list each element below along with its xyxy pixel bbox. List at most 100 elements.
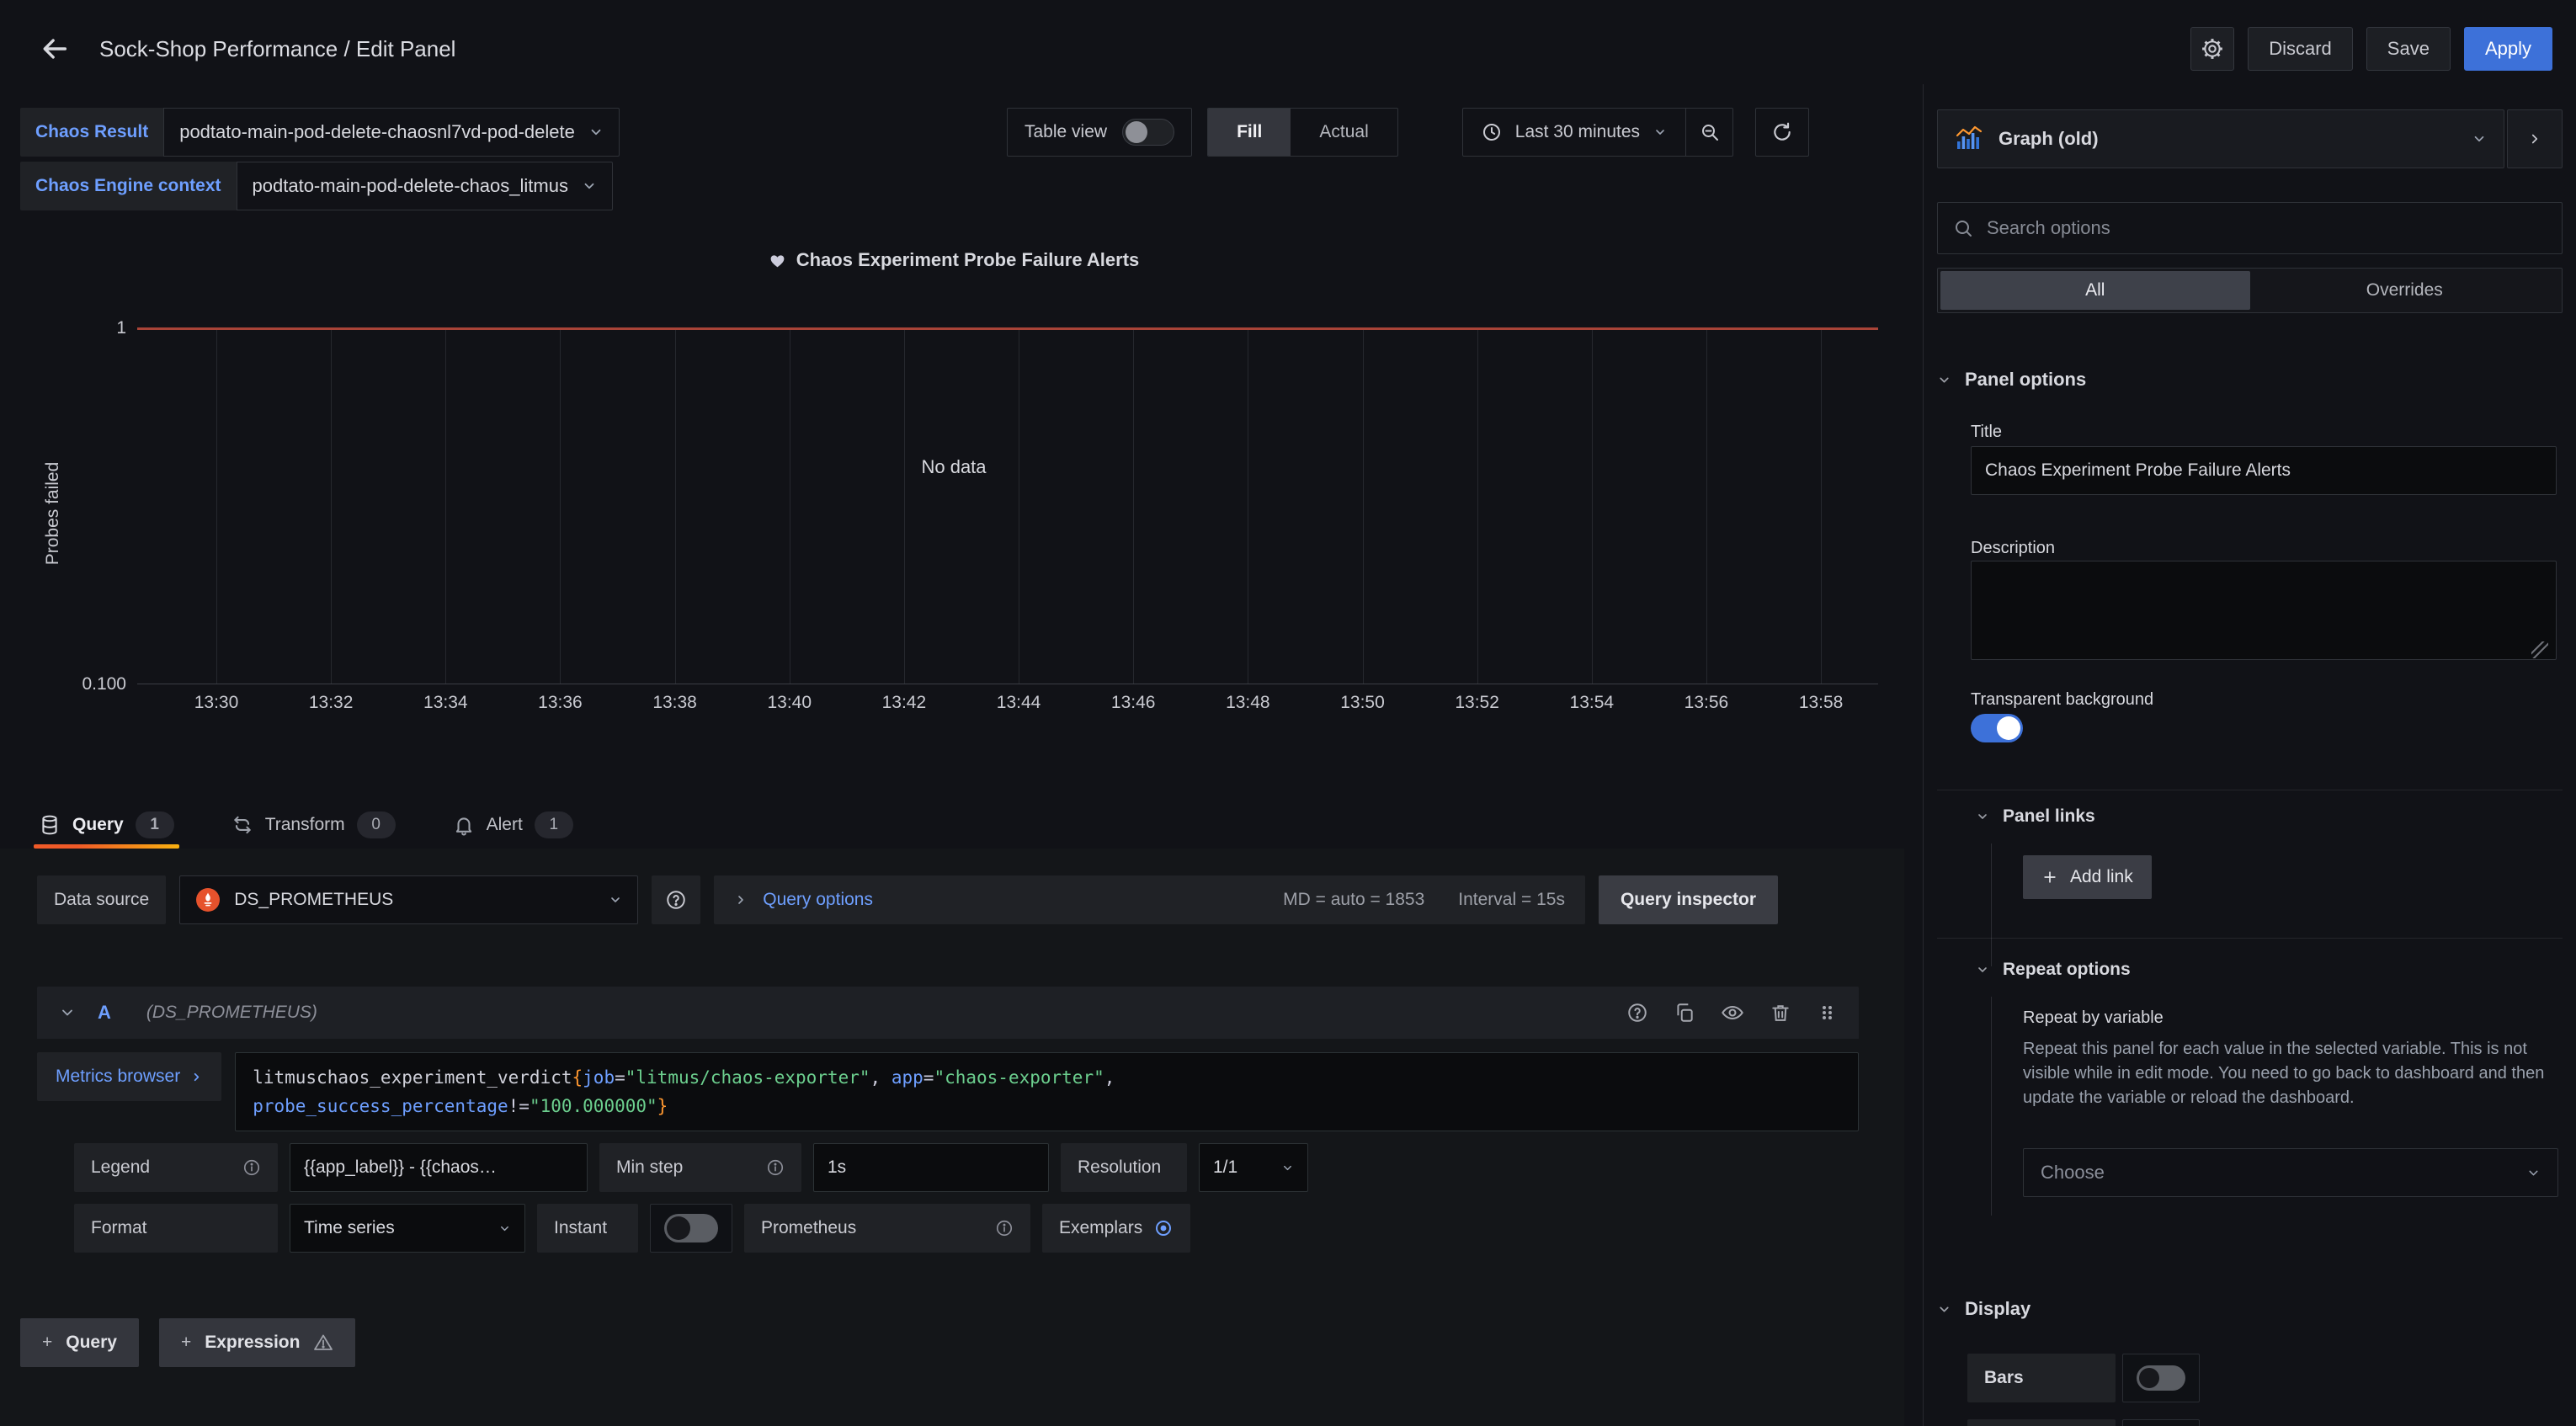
gridline: [1821, 330, 1822, 684]
query-inspector-button[interactable]: Query inspector: [1599, 875, 1778, 924]
duplicate-query-button[interactable]: [1674, 1002, 1695, 1024]
page-title: Sock-Shop Performance / Edit Panel: [99, 36, 455, 62]
add-link-button[interactable]: Add link: [2023, 855, 2152, 899]
legend-label: Legend: [91, 1157, 150, 1178]
save-button[interactable]: Save: [2366, 27, 2451, 71]
toggle-knob: [1997, 716, 2020, 740]
add-expression-button[interactable]: + Expression: [159, 1318, 355, 1367]
section-guide-line: [1991, 997, 1992, 1216]
panel-title-input[interactable]: [1971, 446, 2557, 495]
chevron-down-icon: [2526, 1166, 2541, 1180]
format-select[interactable]: Time series: [290, 1204, 525, 1253]
search-icon: [1953, 218, 1973, 238]
options-filter-tabs: All Overrides: [1937, 268, 2563, 313]
refresh-button[interactable]: [1755, 108, 1809, 157]
add-expression-label: Expression: [205, 1333, 300, 1353]
back-button[interactable]: [34, 27, 77, 71]
format-option: Format: [74, 1204, 278, 1253]
fill-option[interactable]: Fill: [1208, 109, 1291, 156]
apply-button[interactable]: Apply: [2464, 27, 2552, 71]
repeat-description: Repeat this panel for each value in the …: [2023, 1037, 2558, 1110]
min-step-input[interactable]: [813, 1143, 1049, 1192]
table-view-toggle[interactable]: [1122, 119, 1174, 146]
transparent-bg-toggle[interactable]: [1971, 714, 2023, 742]
divider: [1937, 938, 2563, 939]
legend-format-input[interactable]: [290, 1143, 588, 1192]
query-options-row-2: Format Time series Instant Prometheus: [74, 1204, 1859, 1253]
editor-bottom-buttons: + Query + Expression: [20, 1318, 355, 1367]
plot-area[interactable]: [137, 328, 1878, 684]
add-query-button[interactable]: + Query: [20, 1318, 139, 1367]
visualization-select[interactable]: Graph (old): [1937, 109, 2504, 168]
visualization-picker: Graph (old): [1937, 109, 2563, 168]
data-source-help-button[interactable]: [652, 875, 700, 924]
bars-toggle[interactable]: [2137, 1365, 2185, 1391]
drag-handle-icon[interactable]: [1817, 1003, 1837, 1023]
add-link-label: Add link: [2070, 867, 2133, 887]
actual-option[interactable]: Actual: [1291, 109, 1397, 156]
tab-all[interactable]: All: [1940, 271, 2250, 310]
exemplars-icon[interactable]: [1153, 1218, 1174, 1238]
resolution-option: Resolution: [1061, 1143, 1187, 1192]
variable-value-dropdown[interactable]: podtato-main-pod-delete-chaosnl7vd-pod-d…: [163, 108, 620, 157]
query-options-toggle[interactable]: Query options MD = auto = 1853 Interval …: [714, 875, 1585, 924]
tab-overrides[interactable]: Overrides: [2250, 271, 2560, 310]
repeat-variable-select[interactable]: Choose: [2023, 1148, 2558, 1197]
description-field-label: Description: [1971, 539, 2055, 558]
tab-label: Query: [72, 815, 124, 835]
x-tick-label: 13:38: [652, 693, 697, 713]
time-range-picker[interactable]: Last 30 minutes: [1463, 109, 1685, 156]
data-source-picker[interactable]: DS_PROMETHEUS: [179, 875, 638, 924]
help-button[interactable]: [1626, 1002, 1648, 1024]
header: Sock-Shop Performance / Edit Panel: [0, 0, 2576, 98]
tab-query[interactable]: Query 1: [34, 801, 179, 849]
panel-options-header[interactable]: Panel options: [1937, 369, 2086, 391]
question-circle-icon: [665, 889, 687, 911]
zoom-out-button[interactable]: [1685, 109, 1732, 156]
data-source-name: DS_PROMETHEUS: [234, 890, 595, 910]
options-search-input[interactable]: [1985, 216, 2547, 240]
graph-viz-icon: [1955, 125, 1983, 153]
dashboard-variables: Chaos Result podtato-main-pod-delete-cha…: [20, 108, 620, 210]
chevron-down-icon: [1976, 963, 1989, 976]
variable-value-dropdown[interactable]: podtato-main-pod-delete-chaos_litmus: [237, 162, 613, 210]
display-header[interactable]: Display: [1937, 1298, 2030, 1320]
collapse-pane-button[interactable]: [2507, 109, 2563, 168]
promql-editor[interactable]: litmuschaos_experiment_verdict{job="litm…: [235, 1052, 1859, 1131]
disable-query-button[interactable]: [1721, 1001, 1744, 1024]
instant-label: Instant: [554, 1218, 607, 1238]
panel-links-header[interactable]: Panel links: [1976, 806, 2095, 827]
tab-alert[interactable]: Alert 1: [448, 801, 578, 849]
chart-panel: Chaos Experiment Probe Failure Alerts 1 …: [17, 236, 1891, 749]
delete-query-button[interactable]: [1770, 1002, 1791, 1024]
x-tick-label: 13:32: [309, 693, 354, 713]
bars-toggle-box: [2122, 1354, 2200, 1402]
resolution-select[interactable]: 1/1: [1199, 1143, 1308, 1192]
query-row-actions: [1626, 1001, 1837, 1024]
tab-transform[interactable]: Transform 0: [226, 801, 401, 849]
section-guide-line: [1991, 843, 1992, 966]
panel-description-textarea[interactable]: [1971, 561, 2557, 660]
chevron-right-icon: [734, 893, 748, 907]
gridline: [216, 330, 217, 684]
y-tick-label: 1: [17, 318, 126, 338]
query-row-header[interactable]: A (DS_PROMETHEUS): [37, 987, 1859, 1039]
x-tick-label: 13:50: [1340, 693, 1385, 713]
tab-label: Transform: [265, 815, 345, 835]
gridline: [560, 330, 561, 684]
x-tick-label: 13:46: [1111, 693, 1156, 713]
instant-toggle[interactable]: [664, 1214, 718, 1242]
min-step-option: Min step: [599, 1143, 801, 1192]
prometheus-type-option: Prometheus: [744, 1204, 1030, 1253]
gridline: [1477, 330, 1478, 684]
panel-settings-button[interactable]: [2190, 27, 2234, 71]
options-search[interactable]: [1937, 202, 2563, 254]
repeat-options-header[interactable]: Repeat options: [1976, 960, 2131, 980]
chart-title: Chaos Experiment Probe Failure Alerts: [17, 249, 1891, 271]
option-row-partial: [1967, 1419, 2200, 1426]
chevron-down-icon: [1937, 373, 1951, 387]
textarea-resize-handle[interactable]: [2531, 641, 2548, 658]
title-field-label: Title: [1971, 423, 2002, 442]
metrics-browser-button[interactable]: Metrics browser: [37, 1052, 221, 1101]
discard-button[interactable]: Discard: [2248, 27, 2353, 71]
